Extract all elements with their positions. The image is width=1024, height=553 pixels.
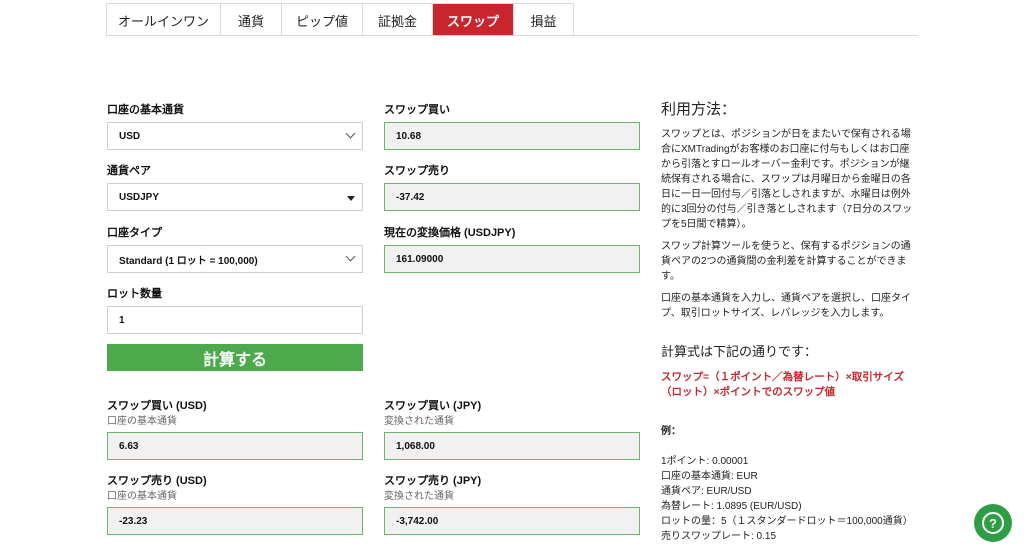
tab-currency[interactable]: 通貨 — [221, 4, 282, 36]
example-line: ロットの量：5（１スタンダードロット＝100,000通貨） — [661, 516, 913, 527]
result-sell-usd-sub: 口座の基本通貨 — [107, 491, 177, 502]
result-sell-usd-output: -23.23 — [107, 507, 363, 535]
lot-size-value: 1 — [119, 314, 125, 326]
question-icon: ? — [982, 512, 1004, 534]
tab-pip-value[interactable]: ピップ値 — [282, 4, 363, 36]
base-currency-label: 口座の基本通貨 — [107, 104, 184, 116]
example-heading: 例： — [661, 426, 681, 437]
currency-pair-label: 通貨ペア — [107, 165, 151, 177]
swap-buy-label: スワップ買い — [384, 104, 450, 116]
result-buy-usd-sub: 口座の基本通貨 — [107, 416, 177, 427]
example-line: 売りスワップレート: 0.15 — [661, 531, 777, 542]
help-button[interactable]: ? — [974, 504, 1012, 542]
calculate-button[interactable]: 計算する — [107, 344, 363, 371]
calculator-tabs: オールインワン 通貨 ピップ値 証拠金 スワップ 損益 — [106, 3, 574, 36]
result-sell-usd-value: -23.23 — [119, 515, 148, 527]
usage-paragraph-3: 口座の基本通貨を入力し、通貨ペアを選択し、口座タイプ、取引ロットサイズ、レバレッ… — [661, 293, 911, 319]
example-line: 為替レート: 1.0895 (EUR/USD) — [661, 501, 802, 512]
example-line: 通貨ペア: EUR/USD — [661, 486, 752, 497]
result-buy-usd-output: 6.63 — [107, 432, 363, 460]
result-buy-usd-label: スワップ買い (USD) — [107, 400, 207, 412]
result-sell-jpy-sub: 変換された通貨 — [384, 491, 454, 502]
conversion-rate-label: 現在の変換価格 (USDJPY) — [384, 227, 516, 239]
formula-text: スワップ=（１ポイント／為替レート）×取引サイズ（ロット）×ポイントでのスワップ… — [661, 371, 904, 398]
swap-sell-value: -37.42 — [396, 191, 425, 203]
result-buy-usd-value: 6.63 — [119, 440, 139, 452]
account-type-select[interactable]: Standard (1 ロット = 100,000) — [107, 245, 363, 273]
tab-all-in-one[interactable]: オールインワン — [107, 4, 221, 36]
result-sell-jpy-label: スワップ売り (JPY) — [384, 475, 482, 487]
conversion-rate-input[interactable]: 161.09000 — [384, 245, 640, 273]
usage-heading: 利用方法： — [661, 101, 737, 118]
example-line: 1ポイント: 0.00001 — [661, 456, 749, 467]
swap-sell-input[interactable]: -37.42 — [384, 183, 640, 211]
result-buy-jpy-sub: 変換された通貨 — [384, 416, 454, 427]
chevron-down-icon — [345, 128, 356, 139]
result-buy-jpy-output: 1,068.00 — [384, 432, 640, 460]
formula-heading: 計算式は下記の通りです： — [661, 344, 818, 359]
example-line: 口座の基本通貨: EUR — [661, 471, 758, 482]
tab-margin[interactable]: 証拠金 — [363, 4, 433, 36]
base-currency-select[interactable]: USD — [107, 122, 363, 150]
currency-pair-value: USDJPY — [119, 191, 160, 203]
swap-buy-input[interactable]: 10.68 — [384, 122, 640, 150]
usage-paragraph-1: スワップとは、ポジションが日をまたいで保有される場合にXMTradingがお客様… — [661, 129, 913, 230]
lot-size-input[interactable]: 1 — [107, 306, 363, 334]
result-buy-jpy-value: 1,068.00 — [396, 440, 435, 452]
currency-pair-select[interactable]: USDJPY — [107, 183, 363, 211]
base-currency-value: USD — [119, 130, 141, 142]
tabs-divider — [106, 35, 918, 36]
usage-paragraph-2: スワップ計算ツールを使うと、保有するポジションの通貨ペアの2つの通貨間の金利差を… — [661, 241, 911, 282]
lot-size-label: ロット数量 — [107, 288, 162, 300]
result-sell-jpy-output: -3,742.00 — [384, 507, 640, 535]
caret-down-icon — [347, 196, 355, 201]
account-type-label: 口座タイプ — [107, 227, 162, 239]
tab-profit-loss[interactable]: 損益 — [514, 4, 573, 36]
result-buy-jpy-label: スワップ買い (JPY) — [384, 400, 482, 412]
chevron-down-icon — [345, 251, 356, 262]
account-type-value: Standard (1 ロット = 100,000) — [119, 255, 258, 267]
swap-buy-value: 10.68 — [396, 130, 422, 142]
conversion-rate-value: 161.09000 — [396, 253, 444, 265]
tab-swap[interactable]: スワップ — [433, 4, 514, 36]
result-sell-jpy-value: -3,742.00 — [396, 515, 439, 527]
result-sell-usd-label: スワップ売り (USD) — [107, 475, 207, 487]
swap-sell-label: スワップ売り — [384, 165, 450, 177]
